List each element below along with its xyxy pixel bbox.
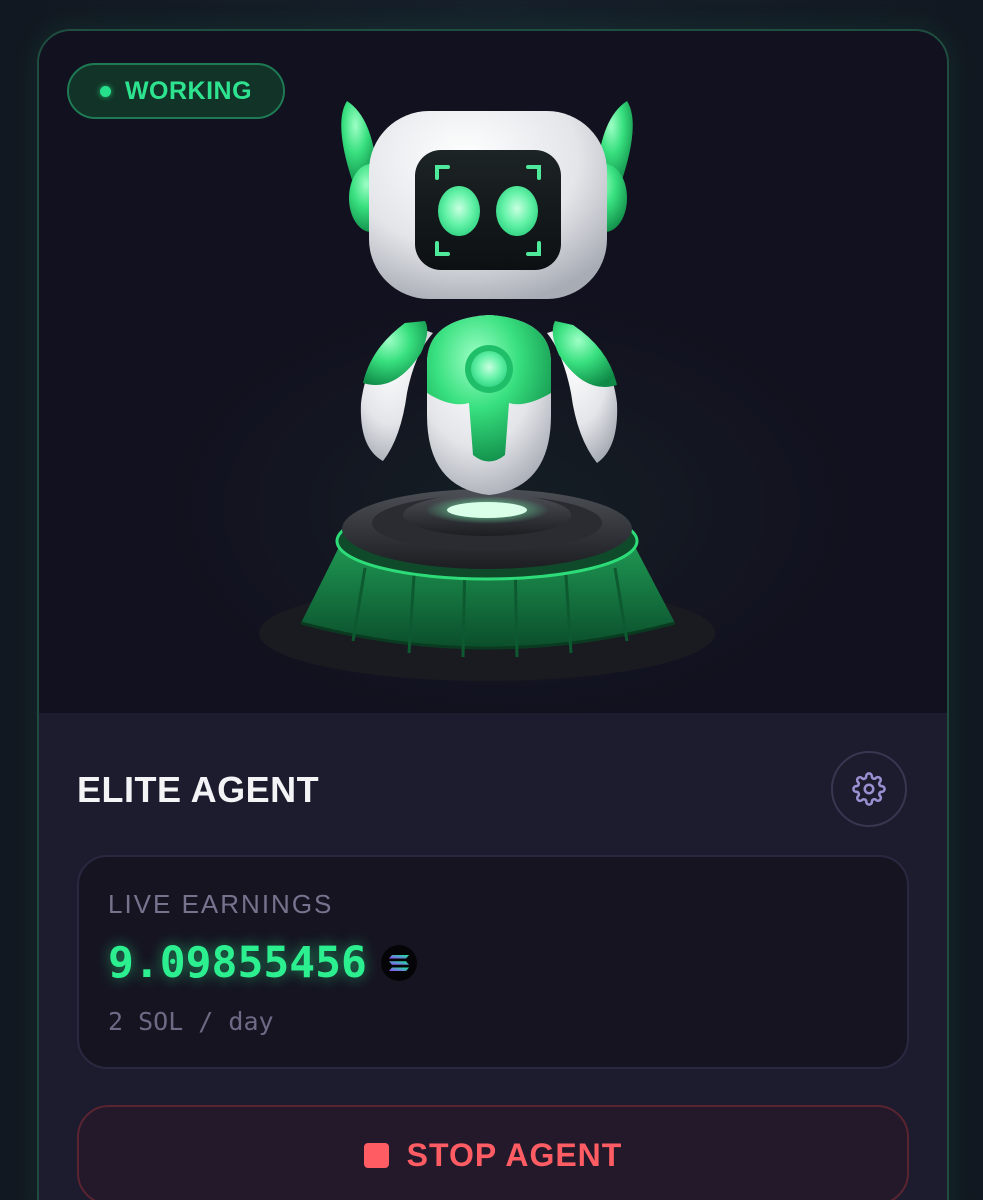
status-dot-icon (99, 85, 111, 97)
stop-agent-label: STOP AGENT (406, 1136, 623, 1173)
status-badge: WORKING (67, 63, 285, 119)
agent-card: WORKING ELITE AGENT LIVE EARNINGS 9.0985… (37, 29, 949, 1200)
gear-icon (852, 772, 886, 806)
live-earnings-label: LIVE EARNINGS (108, 889, 334, 919)
solana-icon (380, 945, 417, 981)
earnings-rate: 2 SOL / day (108, 1007, 274, 1036)
earnings-value-row: 9.09855456 (108, 935, 417, 991)
stop-agent-button[interactable]: STOP AGENT (77, 1105, 909, 1200)
agent-hero: WORKING (39, 31, 947, 713)
status-label: WORKING (124, 76, 253, 105)
earnings-value: 9.09855456 (108, 938, 367, 988)
stop-icon (363, 1142, 389, 1168)
settings-button[interactable] (831, 751, 907, 827)
robot-illustration (259, 101, 715, 681)
agent-name: ELITE AGENT (77, 769, 320, 810)
live-earnings-panel: LIVE EARNINGS 9.09855456 2 SOL / day (77, 855, 909, 1069)
agent-details: ELITE AGENT LIVE EARNINGS 9.09855456 2 S… (39, 713, 947, 1200)
